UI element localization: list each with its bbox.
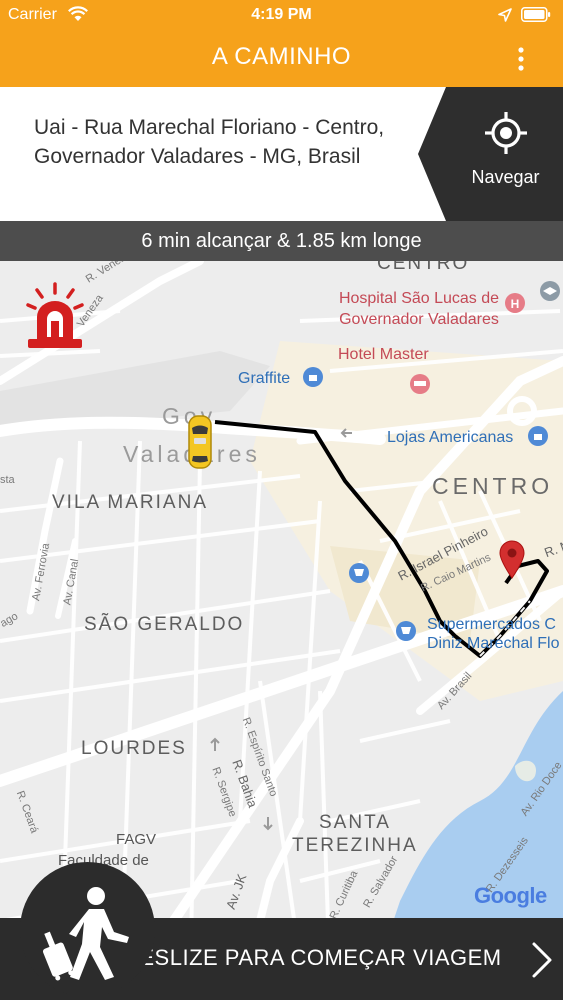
district-label: LOURDES [81, 738, 187, 759]
slider-handle[interactable] [20, 862, 155, 997]
poi-lojas-label[interactable]: Lojas Americanas [387, 428, 513, 447]
walker-luggage-icon [42, 887, 129, 981]
svg-text:H: H [511, 297, 520, 311]
crosshair-icon [485, 112, 527, 154]
shopping-marker-icon-lojas [528, 426, 548, 446]
poi-supermercado-label[interactable]: Supermercados C Diniz Marechal Flo [427, 615, 563, 653]
slider-label: DESLIZE PARA COMEÇAR VIAGEM [123, 945, 502, 970]
status-bar: Carrier 4:19 PM [0, 0, 563, 30]
one-way-arrow-2 [210, 737, 220, 751]
cart-marker-icon-2 [396, 621, 416, 641]
eta-bar: 6 min alcançar & 1.85 km longe [0, 221, 563, 261]
cart-marker-icon-1 [349, 563, 369, 583]
destination-panel: Uai - Rua Marechal Floriano - Centro, Go… [0, 87, 563, 221]
chevron-right-icon [532, 942, 552, 978]
district-label: CENTRO [377, 261, 470, 274]
one-way-arrow-3 [263, 817, 273, 831]
more-vertical-icon[interactable] [512, 44, 530, 74]
district-label: SANTA [319, 812, 391, 833]
district-label: VILA MARIANA [52, 492, 208, 513]
poi-fagv-label[interactable]: FAGV [116, 830, 156, 850]
hotel-marker-icon [410, 374, 430, 394]
navigate-label: Navegar [471, 167, 540, 187]
poi-hotel-label[interactable]: Hotel Master [338, 344, 429, 365]
app-header: Carrier 4:19 PM A CAMINHO [0, 0, 563, 87]
school-marker-icon [540, 281, 560, 301]
poi-graffite-label[interactable]: Graffite [238, 369, 290, 388]
shopping-marker-icon-graffite [303, 367, 323, 387]
district-label: TEREZINHA [292, 835, 418, 856]
district-label: SÃO GERALDO [84, 614, 245, 635]
google-logo-text: Google [474, 883, 547, 908]
destination-pin-icon[interactable] [498, 539, 526, 579]
status-time: 4:19 PM [251, 6, 312, 23]
title-bar: A CAMINHO [0, 30, 563, 87]
google-attribution: Google [474, 883, 547, 909]
destination-address: Uai - Rua Marechal Floriano - Centro, Go… [34, 116, 385, 168]
battery-icon [521, 7, 551, 22]
siren-icon[interactable] [25, 281, 85, 351]
screen-title: A CAMINHO [211, 43, 352, 70]
location-arrow-icon [498, 8, 512, 22]
navigate-button[interactable]: Navegar [418, 87, 563, 221]
district-label: CENTRO [432, 473, 554, 499]
street-label: sta [0, 474, 15, 486]
taxi-icon [188, 415, 212, 469]
poi-hospital-label[interactable]: Hospital São Lucas de Governador Valadar… [329, 288, 509, 330]
